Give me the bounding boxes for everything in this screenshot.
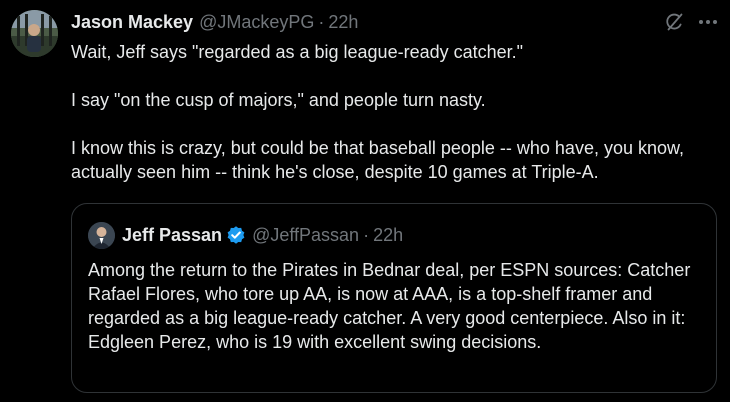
author-name[interactable]: Jason Mackey — [71, 12, 193, 33]
quoted-tweet-text: Among the return to the Pirates in Bedna… — [88, 260, 691, 352]
quoted-author-avatar[interactable] — [88, 222, 115, 249]
author-handle[interactable]: @JMackeyPG — [199, 12, 314, 33]
tweet[interactable]: Jason Mackey @JMackeyPG · 22h Wait, Jeff… — [0, 0, 730, 402]
tweet-header: Jason Mackey @JMackeyPG · 22h — [71, 11, 358, 33]
separator-dot: · — [318, 11, 325, 32]
tweet-paragraph: Wait, Jeff says "regarded as a big leagu… — [71, 42, 524, 62]
tweet-timestamp[interactable]: 22h — [328, 12, 358, 33]
separator-dot: · — [363, 224, 370, 245]
tweet-paragraph: I say "on the cusp of majors," and peopl… — [71, 90, 486, 110]
quoted-tweet-header: Jeff Passan @JeffPassan · 22h — [122, 223, 403, 247]
tweet-text: Wait, Jeff says "regarded as a big leagu… — [71, 40, 721, 184]
quoted-tweet[interactable]: Jeff Passan @JeffPassan · 22h Among the … — [71, 203, 717, 393]
grok-icon[interactable] — [664, 12, 684, 32]
tweet-paragraph: I know this is crazy, but could be that … — [71, 138, 690, 182]
author-avatar[interactable] — [11, 10, 58, 57]
quoted-author-handle[interactable]: @JeffPassan — [252, 225, 359, 246]
more-icon[interactable] — [697, 12, 719, 32]
quoted-author-name[interactable]: Jeff Passan — [122, 225, 222, 246]
quoted-tweet-timestamp[interactable]: 22h — [373, 225, 403, 246]
verified-badge-icon — [226, 225, 246, 245]
